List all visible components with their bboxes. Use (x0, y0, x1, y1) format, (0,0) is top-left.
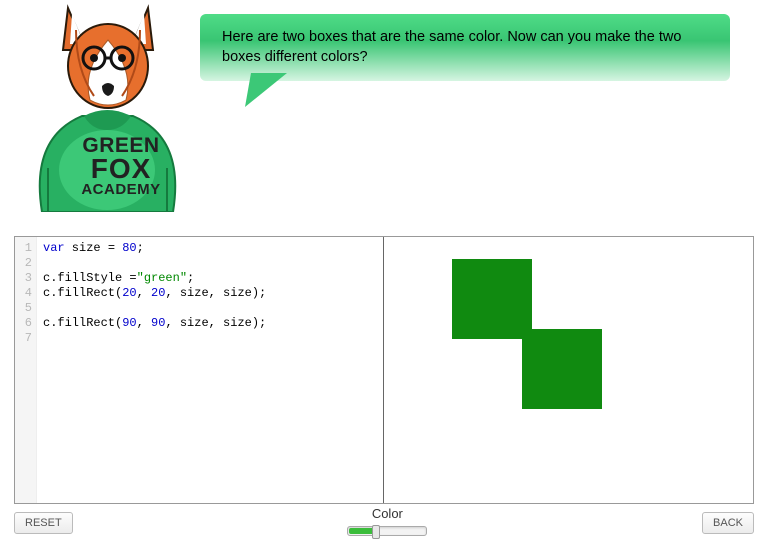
color-slider[interactable] (347, 526, 427, 536)
canvas-rect (452, 259, 532, 339)
color-slider-label: Color (73, 506, 702, 521)
code-line[interactable]: c.fillStyle ="green"; (43, 271, 266, 286)
code-line[interactable] (43, 331, 266, 346)
line-number: 5 (15, 301, 32, 316)
code-editor[interactable]: 1234567 var size = 80; c.fillStyle ="gre… (15, 237, 384, 503)
editor-code[interactable]: var size = 80; c.fillStyle ="green";c.fi… (37, 237, 272, 503)
line-number: 7 (15, 331, 32, 346)
line-number: 4 (15, 286, 32, 301)
reset-button[interactable]: RESET (14, 512, 73, 534)
instruction-bubble: Here are two boxes that are the same col… (200, 14, 730, 81)
code-line[interactable]: var size = 80; (43, 241, 266, 256)
mascot-fox: GREEN FOX ACADEMY (30, 0, 185, 212)
line-number: 2 (15, 256, 32, 271)
code-line[interactable]: c.fillRect(20, 20, size, size); (43, 286, 266, 301)
workspace: 1234567 var size = 80; c.fillStyle ="gre… (14, 236, 754, 504)
code-line[interactable]: c.fillRect(90, 90, size, size); (43, 316, 266, 331)
line-number: 3 (15, 271, 32, 286)
code-line[interactable] (43, 256, 266, 271)
code-line[interactable] (43, 301, 266, 316)
line-number: 1 (15, 241, 32, 256)
editor-gutter: 1234567 (15, 237, 37, 503)
footer-bar: RESET Color BACK (14, 508, 754, 538)
color-slider-thumb[interactable] (372, 525, 380, 539)
line-number: 6 (15, 316, 32, 331)
back-button[interactable]: BACK (702, 512, 754, 534)
fox-head-icon (58, 0, 158, 112)
instruction-text: Here are two boxes that are the same col… (222, 29, 681, 65)
canvas-rect (522, 329, 602, 409)
mascot-shirt-text: GREEN FOX ACADEMY (72, 136, 170, 197)
canvas-output (384, 237, 753, 503)
